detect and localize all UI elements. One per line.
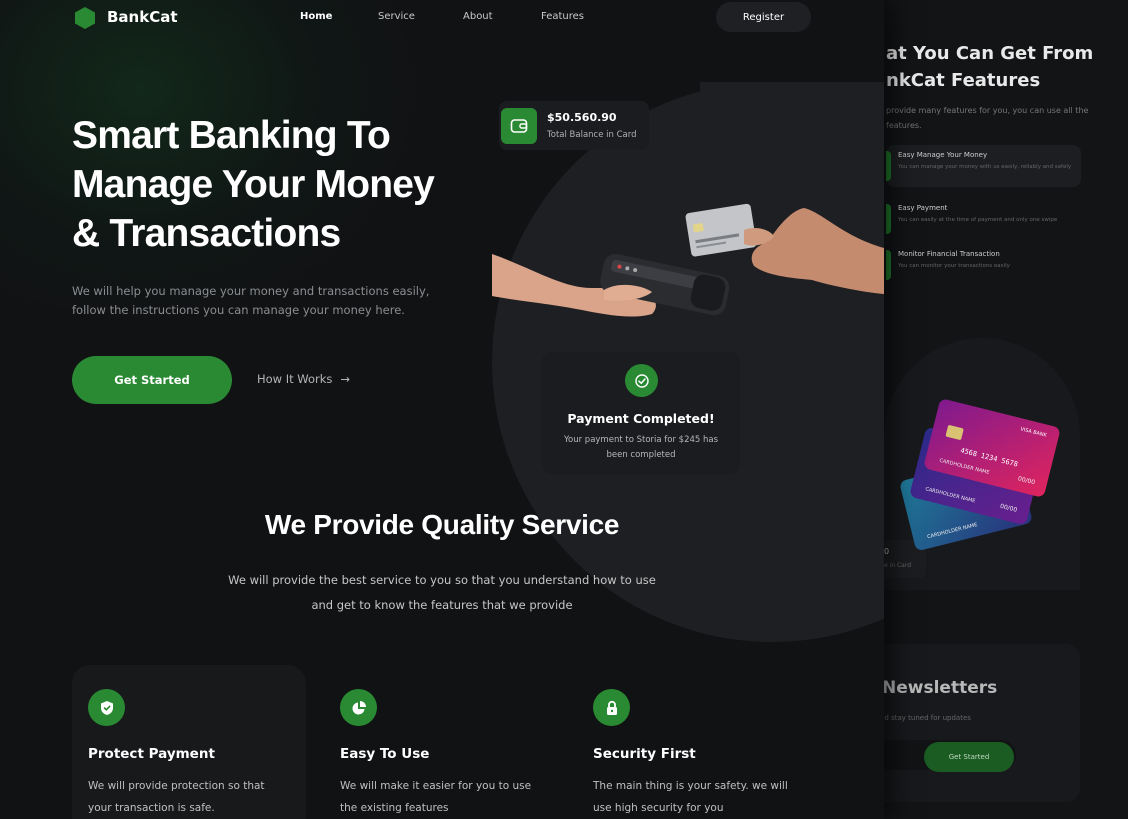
card-expiry: 00/00 [1017,475,1036,487]
feature-indicator [886,151,891,181]
feature-item-easy-payment[interactable]: Easy Payment You can easily at the time … [886,198,1081,240]
balance-amount: $50.560.90 [547,111,617,124]
newsletter-get-started-button[interactable]: Get Started [924,742,1014,772]
feature-text: You can manage your money with us easily… [898,164,1072,170]
card-chip-icon [945,424,964,441]
newsletter-title: Newsletters [882,678,998,698]
features-description: provide many features for you, you can u… [886,106,1089,130]
feature-indicator [886,250,891,280]
services-description: We will provide the best service to you … [228,573,656,612]
feature-text: You can easily at the time of payment an… [898,217,1058,223]
service-text-easy-to-use: We will make it easier for you to use th… [340,780,532,814]
how-it-works-link[interactable]: How It Works → [257,372,350,386]
payment-completed-card: Payment Completed! Your payment to Stori… [542,352,740,474]
hero-title: Smart Banking To Manage Your Money & Tra… [72,114,435,255]
landing-page: BankCat Home Service About Features Regi… [0,0,884,819]
check-icon [625,364,658,397]
feature-item-monitor-transactions[interactable]: Monitor Financial Transaction You can mo… [886,244,1081,286]
newsletter-subtitle: nd stay tuned for updates [880,714,971,722]
pie-chart-icon [340,689,377,726]
feature-indicator [886,204,891,234]
back-balance-amount: 0 [884,547,890,556]
feature-title: Monitor Financial Transaction [898,250,1000,258]
feature-title: Easy Manage Your Money [898,151,988,159]
nav-home[interactable]: Home [300,11,332,22]
feature-item-manage-money[interactable]: Easy Manage Your Money You can manage yo… [886,145,1081,187]
lock-icon [593,689,630,726]
wallet-icon [501,108,537,144]
nav-service[interactable]: Service [378,11,415,22]
card-holder: CARDHOLDER NAME [926,522,979,541]
credit-cards-illustration: CARDHOLDER NAME CARDHOLDER NAME 00/00 VI… [899,398,1066,552]
payment-completed-title: Payment Completed! [567,411,715,426]
card-expiry: 00/00 [999,502,1018,514]
card-brand: VISA BANK [1019,426,1048,439]
newsletter-box: Newsletters nd stay tuned for updates Ge… [860,644,1080,802]
services-title: We Provide Quality Service [264,509,620,540]
feature-title: Easy Payment [898,204,948,212]
arrow-right-icon: → [340,372,351,386]
card-holder: CARDHOLDER NAME [924,486,976,505]
service-title-easy-to-use: Easy To Use [340,746,430,762]
nav-about[interactable]: About [463,11,493,22]
brand-name[interactable]: BankCat [107,8,178,26]
hero-description: We will help you manage your money and t… [72,284,430,317]
card-payment-illustration [492,203,884,317]
balance-card: $50.560.90 Total Balance in Card [499,101,649,150]
balance-label: Total Balance in Card [547,130,637,140]
features-heading: at You Can Get From nkCat Features [886,43,1094,91]
how-it-works-label: How It Works [257,372,333,386]
service-text-security-first: The main thing is your safety. we will u… [593,780,788,814]
back-balance-label: e in Card [884,562,912,569]
service-title-security-first: Security First [593,746,696,762]
card-holder: CARDHOLDER NAME [938,457,991,476]
feature-text: You can monitor your transactions easily [898,263,1010,269]
hexagon-logo-icon[interactable] [74,6,96,30]
register-button[interactable]: Register [716,2,811,32]
service-title-protect-payment: Protect Payment [88,746,215,762]
payment-completed-text: Your payment to Storia for $245 has been… [563,435,719,460]
service-text-protect-payment: We will provide protection so that your … [88,780,265,814]
shield-icon [88,689,125,726]
nav-features[interactable]: Features [541,11,584,22]
get-started-button[interactable]: Get Started [72,356,232,404]
